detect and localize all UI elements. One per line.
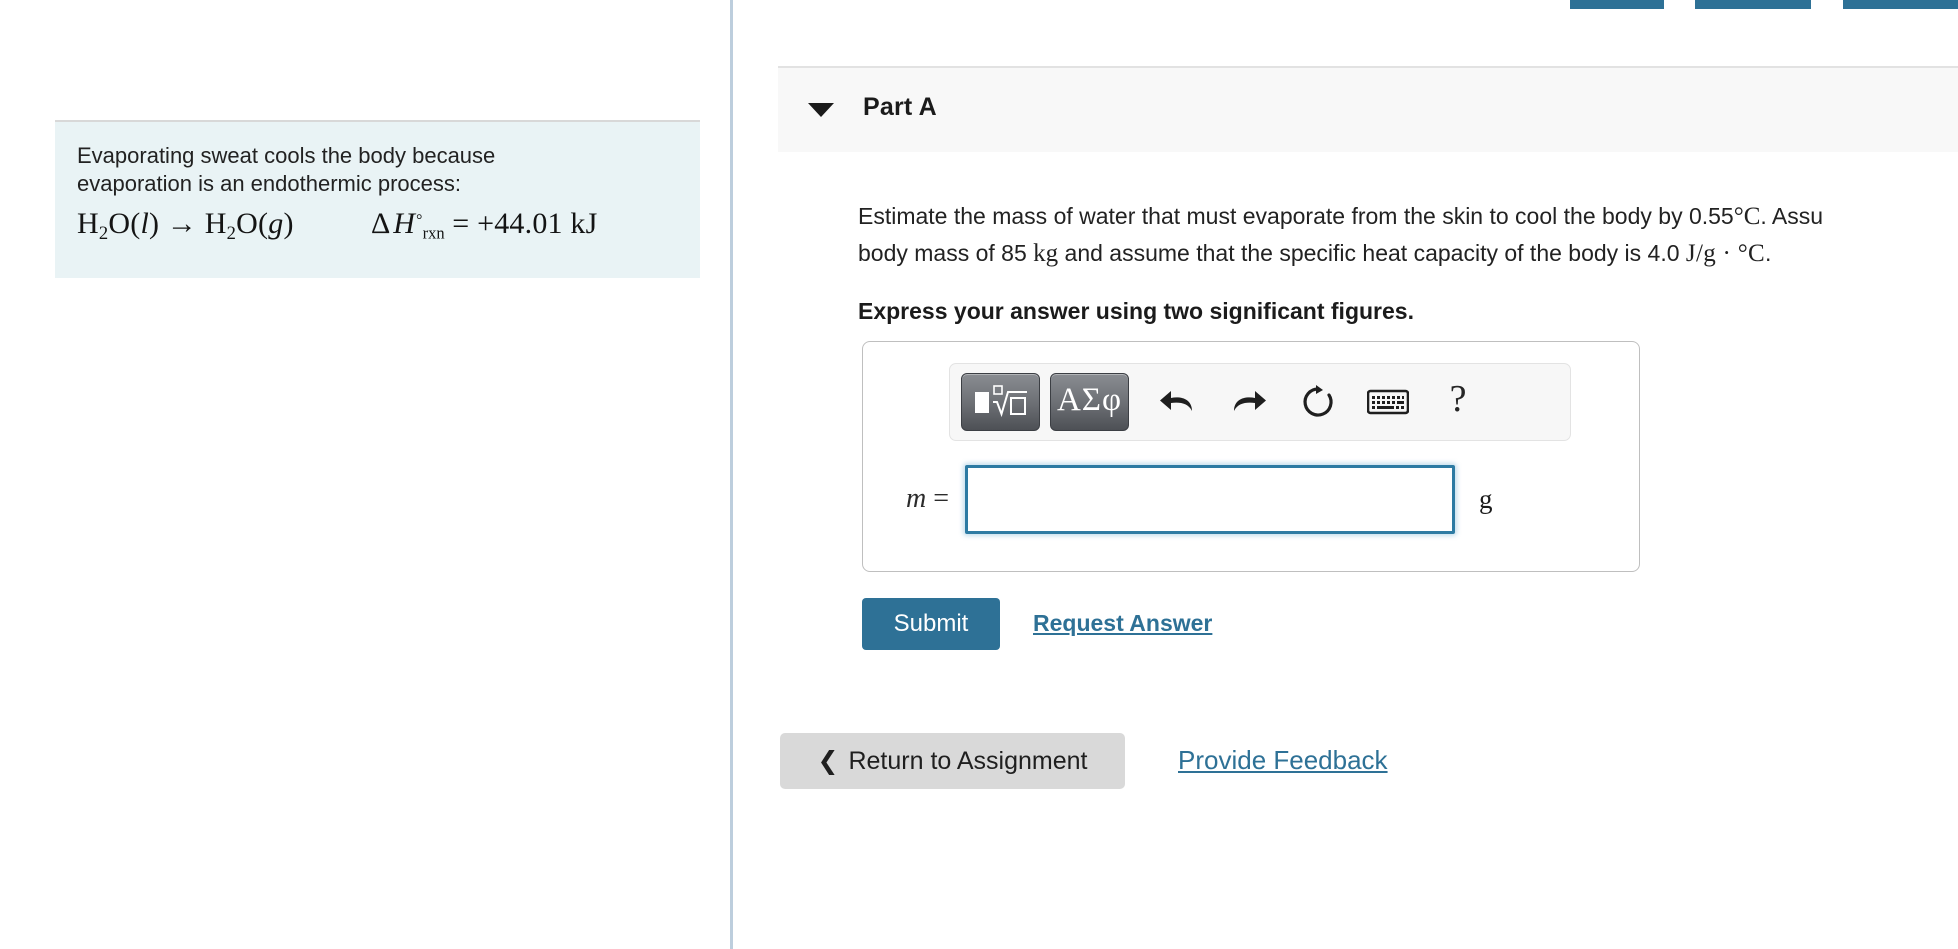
question-line-1-pre: Estimate the mass of water that must eva… [858,203,1734,229]
equation-enthalpy-symbol: H°rxn [393,207,445,243]
equation-equals: = [452,207,470,240]
submit-button[interactable]: Submit [862,598,1000,650]
math-template-icon [974,385,1027,418]
top-toolbar-button-stub-2[interactable] [1695,0,1811,9]
answer-input-row: m = g [863,454,1641,544]
part-title: Part A [863,93,937,121]
answer-units-label: g [1479,483,1493,514]
top-toolbar-button-stub-1[interactable] [1570,0,1664,9]
thermochemical-equation: H2O(l) → H2O(g) Δ H°rxn = +44.01 kJ [77,207,678,245]
panel-divider [730,0,733,949]
question-line-1-post: . Assu [1760,203,1824,229]
reset-circular-arrow-icon[interactable] [1287,373,1349,431]
question-line-1: Estimate the mass of water that must eva… [858,198,1958,235]
math-input-toolbar: ΑΣφ ? [949,363,1571,441]
request-answer-link[interactable]: Request Answer [1033,610,1212,637]
answer-entry-card: ΑΣφ ? m = g [862,341,1640,572]
question-line-2: body mass of 85 kg and assume that the s… [858,235,1958,272]
answer-variable-label: m = [905,483,949,514]
question-line-2-unit-kg: kg [1033,240,1059,267]
question-line-2-post: . [1765,240,1772,266]
part-a-header[interactable]: Part A [778,66,1958,152]
problem-statement-line-2: evaporation is an endothermic process: [77,171,461,196]
chevron-left-icon: ❮ [817,746,839,775]
return-to-assignment-label: Return to Assignment [848,746,1088,775]
equation-enthalpy-subscript: rxn [422,223,445,243]
question-line-1-unit: °C [1733,203,1761,230]
greek-symbols-button[interactable]: ΑΣφ [1050,373,1129,431]
math-template-button[interactable] [961,373,1040,431]
top-toolbar-button-stub-3[interactable] [1843,0,1958,9]
equation-product: H2O(g) [204,207,294,244]
undo-arrow-icon[interactable] [1147,373,1209,431]
question-text-block: Estimate the mass of water that must eva… [858,198,1958,325]
problem-statement-line-1: Evaporating sweat cools the body because [77,143,496,168]
answer-input[interactable] [965,464,1455,534]
equation-value: +44.01 kJ [477,207,598,240]
keyboard-icon[interactable] [1357,373,1419,431]
equation-arrow: → [166,207,198,240]
question-line-2-mid: and assume that the specific heat capaci… [1064,240,1680,266]
question-line-2-unit-jgc: J/g · °C [1685,240,1765,267]
redo-arrow-icon[interactable] [1217,373,1279,431]
question-mark-icon[interactable]: ? [1427,370,1489,434]
equation-delta-symbol: Δ [371,207,391,240]
triangle-down-icon[interactable] [808,103,834,117]
equation-reactant: H2O(l) [77,207,160,244]
question-line-2-pre: body mass of 85 [858,240,1027,266]
return-to-assignment-button[interactable]: ❮ Return to Assignment [780,733,1125,789]
provide-feedback-link[interactable]: Provide Feedback [1178,745,1388,776]
significant-figures-note: Express your answer using two significan… [858,298,1414,324]
problem-statement-panel: Evaporating sweat cools the body because… [55,120,700,278]
